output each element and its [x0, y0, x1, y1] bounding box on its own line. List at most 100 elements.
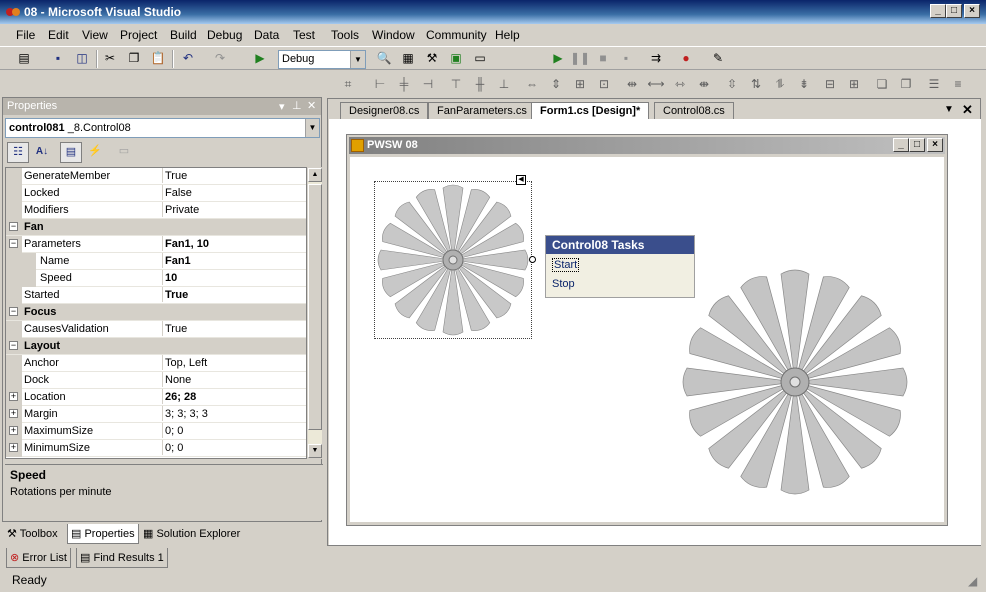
menu-tools[interactable]: Tools [331, 28, 359, 42]
property-row-locked[interactable]: Locked False [6, 185, 306, 202]
properties-tab[interactable]: ▤ Properties [67, 524, 139, 544]
property-row-location[interactable]: + Location 26; 28 [6, 389, 306, 406]
decrease-vertical-spacing-icon[interactable]: ⥮ [770, 75, 790, 93]
properties-view-icon[interactable]: ▤ [60, 142, 82, 163]
property-value[interactable]: Fan1, 10 [162, 236, 306, 251]
expand-icon[interactable]: + [9, 426, 18, 435]
property-value[interactable]: 0; 0 [162, 423, 306, 438]
copy-icon[interactable]: ❐ [124, 49, 144, 67]
property-row-maximumsize[interactable]: + MaximumSize 0; 0 [6, 423, 306, 440]
menu-window[interactable]: Window [372, 28, 415, 42]
horizontal-spacing-equal-icon[interactable]: ⇹ [622, 75, 642, 93]
expand-icon[interactable]: + [9, 443, 18, 452]
align-middles-icon[interactable]: ╫ [470, 75, 490, 93]
property-value[interactable]: True [162, 287, 306, 302]
property-value[interactable]: Fan1 [162, 253, 306, 268]
close-icon[interactable]: ✕ [307, 99, 316, 112]
property-value[interactable]: 3; 3; 3; 3 [162, 406, 306, 421]
control081-selection[interactable]: ◀ [374, 175, 536, 339]
expand-icon[interactable]: + [9, 392, 18, 401]
configuration-select[interactable]: Debug ▼ [278, 50, 366, 69]
bring-to-front-icon[interactable]: ❏ [872, 75, 892, 93]
remove-horizontal-spacing-icon[interactable]: ⇼ [694, 75, 714, 93]
paste-icon[interactable]: 📋 [148, 49, 168, 67]
decrease-horizontal-spacing-icon[interactable]: ⇿ [670, 75, 690, 93]
send-to-back-icon[interactable]: ❐ [896, 75, 916, 93]
center-vertically-icon[interactable]: ⊞ [844, 75, 864, 93]
events-icon[interactable]: ⚡ [84, 142, 106, 163]
property-value[interactable]: Private [162, 202, 306, 217]
menu-file[interactable]: File [16, 28, 35, 42]
align-centers-icon[interactable]: ╪ [394, 75, 414, 93]
property-value[interactable]: None [162, 372, 306, 387]
collapse-icon[interactable]: − [9, 341, 18, 350]
restart-icon[interactable]: ▪ [616, 49, 636, 67]
property-value[interactable]: 26; 28 [162, 389, 306, 404]
scroll-down-icon[interactable]: ▼ [308, 444, 322, 458]
resize-grip-icon[interactable]: ◢ [968, 574, 977, 588]
property-row-started[interactable]: Started True [6, 287, 306, 304]
toolbox-icon[interactable]: ▭ [470, 49, 490, 67]
property-value[interactable]: 0; 0 [162, 440, 306, 455]
design-surface[interactable]: PWSW 08 _ □ × ◀ Control08 Tasks Start St… [329, 119, 981, 545]
expand-icon[interactable]: + [9, 409, 18, 418]
show-next-statement-icon[interactable]: ⇉ [646, 49, 666, 67]
tab-form1-design[interactable]: Form1.cs [Design]* [531, 102, 650, 120]
property-grid-scrollbar[interactable]: ▲ ▼ [307, 167, 323, 459]
save-icon[interactable]: ▪ [48, 49, 68, 67]
property-row-parameters[interactable]: − Parameters Fan1, 10 [6, 236, 306, 253]
solution-explorer-icon[interactable]: ▦ [398, 49, 418, 67]
property-value[interactable]: 10 [162, 270, 306, 285]
close-button[interactable]: × [964, 4, 980, 18]
scroll-up-icon[interactable]: ▲ [308, 168, 322, 182]
collapse-icon[interactable]: − [9, 222, 18, 231]
align-rights-icon[interactable]: ⊣ [418, 75, 438, 93]
property-row-dock[interactable]: Dock None [6, 372, 306, 389]
property-row-name[interactable]: Name Fan1 [6, 253, 306, 270]
stop-link[interactable]: Stop [552, 278, 575, 290]
property-row-anchor[interactable]: Anchor Top, Left [6, 355, 306, 372]
property-pages-icon[interactable]: ▭ [113, 142, 135, 163]
breakpoints-icon[interactable]: ● [676, 49, 696, 67]
save-all-icon[interactable]: ◫ [72, 49, 92, 67]
make-same-width-icon[interactable]: ⇔ [522, 75, 542, 93]
tab-control08[interactable]: Control08.cs [654, 102, 734, 119]
debug-tools-icon[interactable]: ✎ [708, 49, 728, 67]
menu-debug[interactable]: Debug [207, 28, 242, 42]
close-icon[interactable]: ✕ [962, 102, 973, 118]
pause-icon[interactable]: ❚❚ [570, 49, 590, 67]
more-layout-icon[interactable]: ≡ [948, 75, 968, 93]
stop-icon[interactable]: ■ [593, 49, 613, 67]
collapse-icon[interactable]: − [9, 239, 18, 248]
category-focus[interactable]: − Focus [6, 304, 306, 321]
increase-vertical-spacing-icon[interactable]: ⇅ [746, 75, 766, 93]
menu-help[interactable]: Help [495, 28, 520, 42]
resize-handle[interactable] [529, 256, 536, 263]
menu-build[interactable]: Build [170, 28, 197, 42]
start-link[interactable]: Start [552, 258, 580, 272]
align-lefts-icon[interactable]: ⊢ [370, 75, 390, 93]
cut-icon[interactable]: ✂ [100, 49, 120, 67]
scroll-thumb[interactable] [308, 184, 322, 430]
form-preview[interactable]: PWSW 08 _ □ × ◀ Control08 Tasks Start St… [346, 134, 948, 526]
size-to-grid-icon[interactable]: ⊡ [594, 75, 614, 93]
tab-designer08[interactable]: Designer08.cs [340, 102, 429, 119]
tab-order-icon[interactable]: ☰ [924, 75, 944, 93]
property-row-modifiers[interactable]: Modifiers Private [6, 202, 306, 219]
property-row-margin[interactable]: + Margin 3; 3; 3; 3 [6, 406, 306, 423]
property-value[interactable]: True [162, 168, 306, 183]
active-files-icon[interactable]: ▼ [944, 104, 954, 115]
property-value[interactable]: True [162, 321, 306, 336]
auto-hide-pin-icon[interactable]: ⊥ [292, 99, 302, 112]
property-value[interactable]: Top, Left [162, 355, 306, 370]
menu-project[interactable]: Project [120, 28, 157, 42]
alphabetical-icon[interactable]: A↓ [31, 142, 53, 163]
property-row-minimumsize[interactable]: + MinimumSize 0; 0 [6, 440, 306, 457]
category-layout[interactable]: − Layout [6, 338, 306, 355]
minimize-button[interactable]: _ [930, 4, 946, 18]
align-bottoms-icon[interactable]: ⊥ [494, 75, 514, 93]
category-fan[interactable]: − Fan [6, 219, 306, 236]
menu-test[interactable]: Test [293, 28, 315, 42]
object-browser-icon[interactable]: ▣ [446, 49, 466, 67]
undo-icon[interactable]: ↶ [178, 49, 198, 67]
